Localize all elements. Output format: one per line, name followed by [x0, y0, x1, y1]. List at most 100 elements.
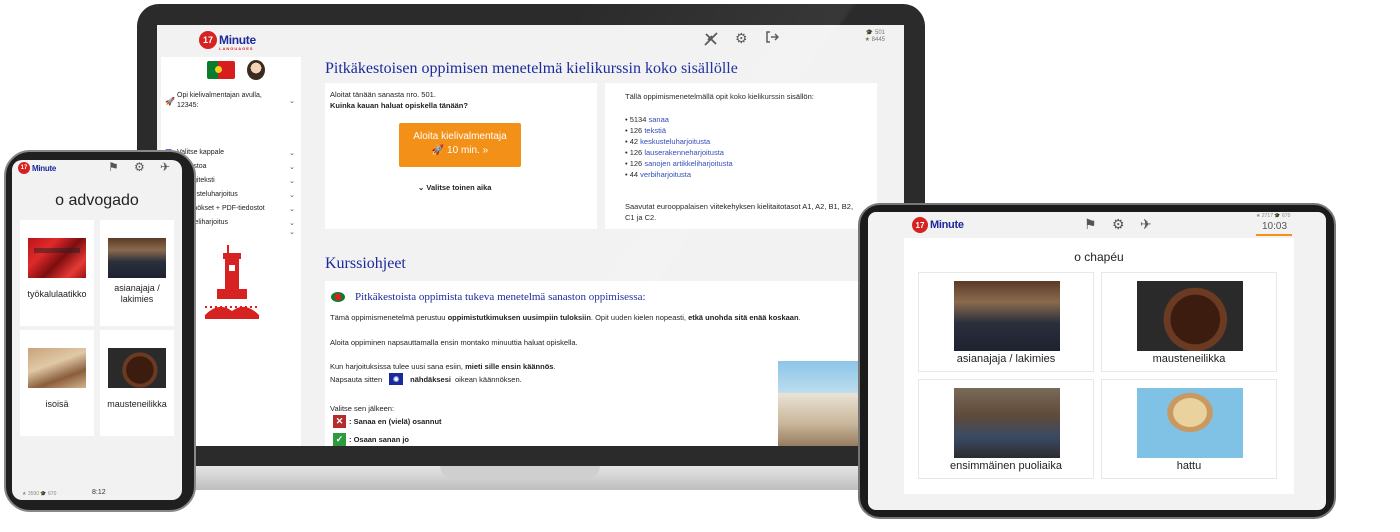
phone-tile-toolbox[interactable]: työkalulaatikko [20, 220, 94, 326]
tablet-timer-bar [1256, 234, 1292, 236]
study-question: Kuinka kauan haluat opiskella tänään? [330, 101, 468, 110]
tablet-tile-cloves[interactable]: mausteneilikka [1101, 272, 1277, 372]
chevron-down-icon: ⌄ [289, 219, 295, 227]
tile-label: työkalulaatikko [27, 289, 87, 299]
tablet-word: o chapéu [1074, 250, 1124, 264]
text: Tämä oppimismenetelmä perustuu [330, 313, 448, 322]
start-coach-label: Aloita kielivalmentaja [413, 131, 507, 142]
item-count: • 44 [625, 170, 639, 179]
logout-icon[interactable] [765, 30, 779, 44]
guide-heading-row: Pitkäkestoista oppimista tukeva menetelm… [331, 291, 646, 303]
no-signal-icon[interactable]: ✈ [160, 160, 170, 174]
text: . [553, 362, 556, 371]
phone-logo[interactable]: 17 Minute [18, 162, 56, 174]
toolbox-photo [28, 238, 86, 278]
tile-label: ensimmäinen puoliaika [950, 460, 1062, 472]
phone-tile-grandpa[interactable]: isoisä [20, 330, 94, 436]
phone-timer: 8:12 [92, 489, 106, 496]
text: Kun harjoituksissa tulee uusi sana esiin… [330, 362, 466, 371]
phone-tile-lawyer[interactable]: asianajaja / lakimies [100, 220, 174, 326]
option-unknown: ✕ : Sanaa en (vielä) osannut [333, 415, 442, 428]
logo-word: Minute [32, 163, 56, 173]
tile-label: hattu [1176, 460, 1202, 472]
tablet-logo[interactable]: 17 Minute [912, 217, 964, 233]
portugal-flag-icon[interactable] [207, 61, 235, 79]
list-item: • 126 sanojen artikkeliharjoitusta [625, 158, 733, 169]
text-bold: oppimistutkimuksen uusimpiin tuloksiin [447, 313, 591, 322]
content-list: • 5134 sanaa • 126 tekstiä • 42 keskuste… [625, 114, 733, 180]
text: . [798, 313, 801, 322]
runner-icon[interactable]: ⚑ [108, 160, 119, 174]
chevron-down-icon: ⌄ [289, 191, 295, 199]
verb-exercises-link[interactable]: verbiharjoitusta [640, 170, 691, 179]
chevron-down-icon: ⌄ [289, 163, 295, 171]
star-icon: ★ [864, 37, 870, 43]
grandpa-photo [28, 348, 86, 388]
star-count: 2717 [1261, 213, 1273, 219]
start-line: Aloitat tänään sanasta nro. 501. [330, 90, 436, 99]
gear-icon[interactable]: ⚙ [1112, 216, 1125, 233]
content-intro: Tällä oppimismenetelmällä opit koko kiel… [625, 92, 814, 101]
lawyers-photo [954, 281, 1060, 351]
star-count: 3590 [27, 491, 39, 497]
chevron-down-icon: ⌄ [289, 229, 295, 236]
gear-icon[interactable]: ⚙ [134, 160, 145, 174]
list-item: • 126 tekstiä [625, 125, 733, 136]
lisbon-tower-icon [205, 245, 259, 319]
avatar[interactable] [247, 60, 265, 80]
guide-heading: Pitkäkestoista oppimista tukeva menetelm… [355, 291, 646, 303]
article-exercises-link[interactable]: sanojen artikkeliharjoitusta [644, 159, 732, 168]
lisbon-photo [778, 361, 860, 446]
choose-other-time-label: Valitse toinen aika [426, 183, 492, 192]
close-icon: ✕ [333, 415, 346, 428]
choose-other-time-link[interactable]: ⌄ Valitse toinen aika [418, 182, 491, 193]
list-item: • 44 verbiharjoitusta [625, 169, 733, 180]
tablet-tile-halftime[interactable]: ensimmäinen puoliaika [918, 379, 1094, 479]
section-title: Kurssiohjeet [325, 255, 406, 272]
tablet-stats: ★ 2717 🎓 670 [1256, 213, 1290, 219]
laptop-stats: 🎓 501 ★ 8445 [861, 29, 885, 43]
logo[interactable]: 17 Minute LANGUAGES [199, 31, 256, 51]
no-signal-icon[interactable]: ✈ [1140, 216, 1152, 233]
item-count: • 42 [625, 137, 639, 146]
lawyers-photo [108, 238, 166, 278]
portugal-badge-icon [331, 292, 345, 302]
guide-p1: Tämä oppimismenetelmä perustuu oppimistu… [330, 312, 801, 323]
start-coach-duration: 10 min. » [447, 145, 489, 156]
hat-photo [1137, 388, 1243, 458]
start-coach-button[interactable]: Aloita kielivalmentaja 🚀 10 min. » [399, 123, 521, 167]
chevron-down-icon: ⌄ [289, 98, 295, 105]
list-item: • 42 keskusteluharjoitusta [625, 136, 733, 147]
tile-label: mausteneilikka [107, 399, 167, 409]
no-signal-icon[interactable] [703, 31, 719, 47]
laptop-screen: 17 Minute LANGUAGES ⚙ 🎓 501 ★ 8445 🚀 Opi… [157, 25, 904, 446]
chevron-down-icon: ⌄ [418, 183, 425, 192]
text: Napsauta sitten [330, 374, 383, 384]
cap-count: 670 [48, 491, 57, 497]
sidebar-item-coach[interactable]: 🚀 Opi kielivalmentajan avulla, 12345: ⌄ [165, 91, 295, 111]
text: . Opit uuden kielen nopeasti, [590, 313, 689, 322]
list-item: • 5134 sanaa [625, 114, 733, 125]
words-link[interactable]: sanaa [649, 115, 669, 124]
sentence-structure-link[interactable]: lauserakenneharjoitusta [644, 148, 724, 157]
guide-p5: Valitse sen jälkeen: [330, 404, 395, 413]
conversations-link[interactable]: keskusteluharjoitusta [640, 137, 710, 146]
tablet-tile-hat[interactable]: hattu [1101, 379, 1277, 479]
cloves-photo [1137, 281, 1243, 351]
chevron-down-icon: ⌄ [289, 149, 295, 157]
gear-icon[interactable]: ⚙ [735, 30, 748, 47]
star-count: 8445 [871, 37, 885, 43]
guide-p2: Aloita oppiminen napsauttamalla ensin mo… [330, 338, 578, 347]
texts-link[interactable]: tekstiä [644, 126, 666, 135]
chevron-down-icon: ⌄ [289, 177, 295, 185]
tablet-tile-lawyer[interactable]: asianajaja / lakimies [918, 272, 1094, 372]
phone-word: o advogado [55, 192, 139, 209]
phone-tile-cloves[interactable]: mausteneilikka [100, 330, 174, 436]
text: oikean käännöksen. [454, 374, 522, 384]
star-icon: ★ [1256, 213, 1261, 219]
page-title: Pitkäkestoisen oppimisen menetelmä kieli… [325, 60, 738, 77]
cap-icon: 🎓 [1274, 213, 1281, 219]
runner-icon[interactable]: ⚑ [1084, 216, 1097, 233]
lightbulb-icon: ✺ [389, 373, 404, 385]
logo-badge: 17 [199, 31, 217, 49]
